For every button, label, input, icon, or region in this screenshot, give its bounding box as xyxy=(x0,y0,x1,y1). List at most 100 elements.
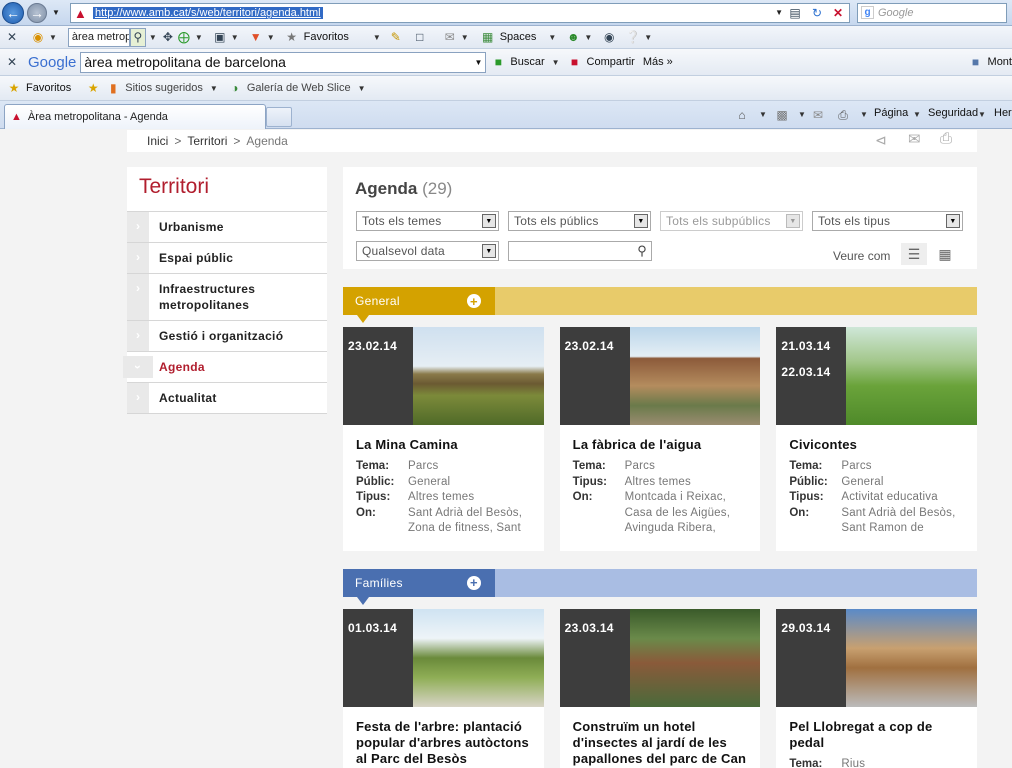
event-image[interactable]: 01.03.14 xyxy=(343,608,544,707)
spaces-dropdown-icon[interactable]: ▼ xyxy=(548,33,556,42)
move-handle-icon[interactable]: ✥ xyxy=(160,29,176,45)
event-image[interactable]: 23.02.14 xyxy=(559,327,761,425)
toolbar-search-icon[interactable]: ⚲ xyxy=(129,27,146,47)
forward-button[interactable]: → xyxy=(27,3,47,23)
filter-tipus-select[interactable]: Tots els tipus ▼ xyxy=(812,211,963,231)
address-bar[interactable]: ▲ http://www.amb.cat/s/web/territori/age… xyxy=(70,3,850,23)
add-dropdown-icon[interactable]: ▼ xyxy=(195,33,203,42)
sidebar-item-agenda[interactable]: › Agenda xyxy=(123,351,327,382)
add-icon[interactable]: ⨁ xyxy=(176,29,192,45)
suggested-sites-icon[interactable]: ▮ xyxy=(105,80,121,96)
people-dropdown-icon[interactable]: ▼ xyxy=(584,33,592,42)
mas-button[interactable]: Más » xyxy=(643,56,673,68)
seguridad-menu[interactable]: Seguridad xyxy=(928,107,978,119)
web-slice-icon[interactable]: ◑ xyxy=(227,80,243,96)
edit-icon[interactable]: □ xyxy=(412,29,428,45)
compartir-button[interactable]: Compartir xyxy=(587,56,635,68)
pencil-icon[interactable]: ✎ xyxy=(388,29,404,45)
breadcrumb-territori[interactable]: Territori xyxy=(187,134,227,148)
spaces-icon[interactable]: ▦ xyxy=(480,29,496,45)
suggested-sites-dropdown-icon[interactable]: ▼ xyxy=(210,84,218,93)
event-image[interactable]: 29.03.14 xyxy=(776,608,978,707)
print-dropdown-icon[interactable]: ▼ xyxy=(860,110,868,119)
event-title[interactable]: Pel Llobregat a cop de pedal xyxy=(789,719,964,751)
google-search-input[interactable]: àrea metropolitana de barcelona ▼ xyxy=(80,51,487,73)
event-card[interactable]: 23.02.14 La Mina Camina Tema: Parcs Públic: G… xyxy=(343,327,544,551)
read-mail-icon[interactable]: ✉ xyxy=(810,107,826,123)
back-button[interactable]: ← xyxy=(2,2,24,24)
sidebar-item-espai-public[interactable]: › Espai públic xyxy=(127,242,327,273)
grid-view-icon[interactable]: ▦ xyxy=(932,243,958,265)
event-title[interactable]: Festa de l'arbre: plantació popular d'ar… xyxy=(356,719,531,767)
share-icon[interactable]: ■ xyxy=(567,54,583,70)
search-icon[interactable]: ⚲ xyxy=(637,243,647,259)
print-page-icon[interactable]: ⎙ xyxy=(940,130,952,147)
event-title[interactable]: Construïm un hotel d'insectes al jardí d… xyxy=(573,719,748,767)
breadcrumb-inici[interactable]: Inici xyxy=(147,134,168,148)
new-tab-button[interactable] xyxy=(266,107,292,127)
shield-dropdown-icon[interactable]: ▼ xyxy=(267,33,275,42)
history-dropdown-icon[interactable]: ▼ xyxy=(52,8,60,17)
address-dropdown-icon[interactable]: ▼ xyxy=(775,8,783,17)
stop-icon[interactable]: ✕ xyxy=(830,5,846,21)
print-icon[interactable]: ⎙ xyxy=(835,107,851,123)
tab-active[interactable]: ▲ Àrea metropolitana - Agenda xyxy=(4,104,266,129)
sidebar-item-urbanisme[interactable]: › Urbanisme xyxy=(127,211,327,242)
email-icon[interactable]: ✉ xyxy=(908,130,921,148)
home-dropdown-icon[interactable]: ▼ xyxy=(759,110,767,119)
circle-icon[interactable]: ◉ xyxy=(601,29,617,45)
star-icon[interactable]: ★ xyxy=(284,29,300,45)
buscar-icon[interactable]: ■ xyxy=(490,54,506,70)
sidebar-item-actualitat[interactable]: › Actualitat xyxy=(127,382,327,414)
buscar-button[interactable]: Buscar xyxy=(510,56,544,68)
mail-dropdown-icon[interactable]: ▼ xyxy=(461,33,469,42)
event-card[interactable]: 23.02.14 La fàbrica de l'aigua Tema: Parcs T… xyxy=(559,327,761,551)
favorites-button[interactable]: Favoritos xyxy=(26,82,71,94)
share-icon[interactable]: ⊲ xyxy=(875,132,887,149)
herramientas-menu[interactable]: Her xyxy=(994,107,1012,119)
event-card[interactable]: 21.03.14 22.03.14 Civicontes Tema: Parcs Públ… xyxy=(776,327,978,551)
event-card[interactable]: 23.03.14 Construïm un hotel d'insectes al… xyxy=(559,608,761,768)
event-title[interactable]: La Mina Camina xyxy=(356,437,531,453)
event-image[interactable]: 23.03.14 xyxy=(559,608,761,707)
web-slice-dropdown-icon[interactable]: ▼ xyxy=(358,84,366,93)
filter-temes-select[interactable]: Tots els temes ▼ xyxy=(356,211,499,231)
event-image[interactable]: 21.03.14 22.03.14 xyxy=(776,327,978,425)
web-slice-link[interactable]: Galería de Web Slice xyxy=(247,82,351,94)
search-input[interactable]: ⚲ xyxy=(508,241,652,261)
compat-view-icon[interactable]: ▤ xyxy=(787,5,803,21)
refresh-icon[interactable]: ↻ xyxy=(809,5,825,21)
window-dropdown-icon[interactable]: ▼ xyxy=(231,33,239,42)
category-tab[interactable]: General + xyxy=(343,287,495,315)
pagina-dropdown-icon[interactable]: ▼ xyxy=(913,110,921,119)
mail-icon[interactable]: ✉ xyxy=(442,29,458,45)
pagina-menu[interactable]: Página xyxy=(874,107,908,119)
user-icon[interactable]: ■ xyxy=(968,54,984,70)
toolbar-logo-icon[interactable]: ◉ xyxy=(30,29,46,45)
event-title[interactable]: La fàbrica de l'aigua xyxy=(573,437,748,453)
expand-plus-icon[interactable]: + xyxy=(467,294,481,308)
favoritos-dropdown-icon[interactable]: ▼ xyxy=(373,33,381,42)
buscar-dropdown-icon[interactable]: ▼ xyxy=(552,58,560,67)
expand-plus-icon[interactable]: + xyxy=(467,575,481,590)
filter-publics-select[interactable]: Tots els públics ▼ xyxy=(508,211,651,231)
event-image[interactable]: 23.02.14 xyxy=(343,327,544,425)
help-icon[interactable]: ❔ xyxy=(625,29,641,45)
logo-dropdown-icon[interactable]: ▼ xyxy=(49,33,57,42)
event-card[interactable]: 01.03.14 Festa de l'arbre: plantació popu… xyxy=(343,608,544,768)
close-toolbar-icon[interactable]: ✕ xyxy=(4,29,20,45)
close-google-toolbar-icon[interactable]: ✕ xyxy=(4,54,20,70)
url-text[interactable]: http://www.amb.cat/s/web/territori/agend… xyxy=(93,7,323,19)
spaces-menu[interactable]: Spaces xyxy=(500,31,537,43)
search-box[interactable]: g Google xyxy=(857,3,1007,23)
category-tab[interactable]: Famílies + xyxy=(343,568,495,597)
home-icon[interactable]: ⌂ xyxy=(734,107,750,123)
filter-data-select[interactable]: Qualsevol data ▼ xyxy=(356,241,499,261)
event-card[interactable]: 29.03.14 Pel Llobregat a cop de pedal Tema… xyxy=(776,608,978,768)
google-search-dropdown-icon[interactable]: ▼ xyxy=(474,58,482,67)
window-icon[interactable]: ▣ xyxy=(212,29,228,45)
help-dropdown-icon[interactable]: ▼ xyxy=(644,33,652,42)
sidebar-item-infraestructures[interactable]: › Infraestructures metropolitanes xyxy=(127,273,327,320)
favorites-star-icon[interactable]: ★ xyxy=(6,80,22,96)
search-dropdown-icon[interactable]: ▼ xyxy=(149,33,157,42)
